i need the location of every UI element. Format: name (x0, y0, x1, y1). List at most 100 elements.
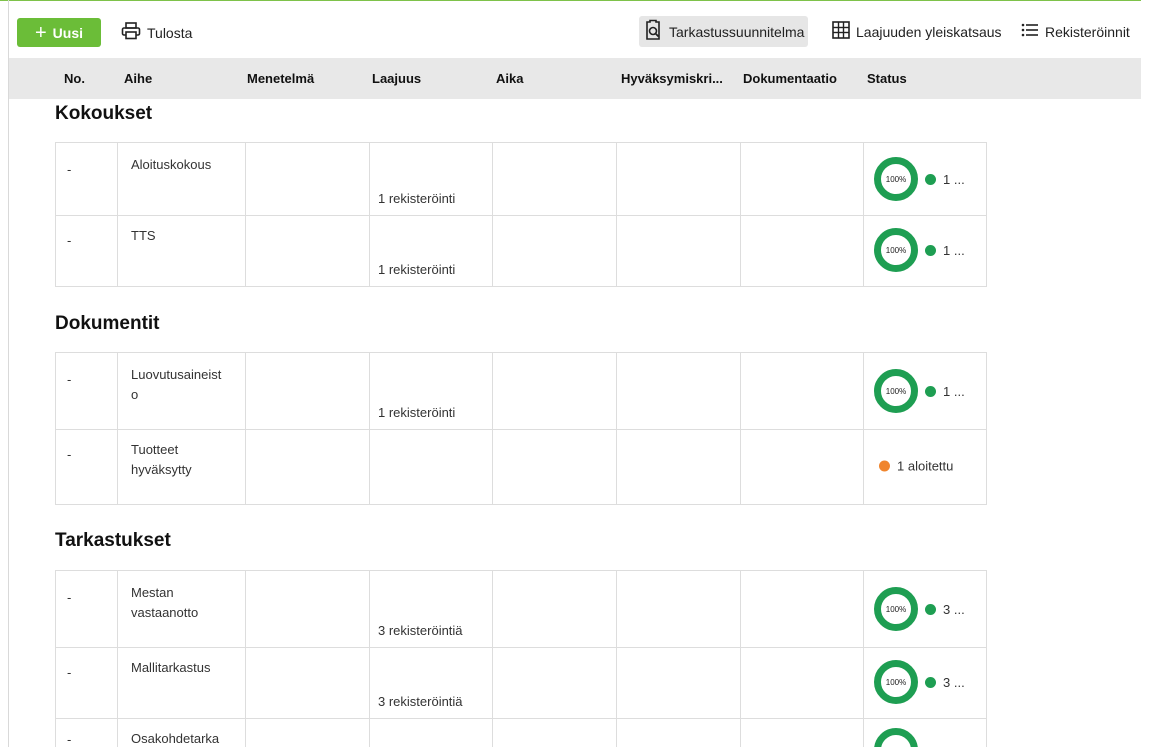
column-header-status[interactable]: Status (867, 58, 907, 99)
view-registrations-button[interactable]: Rekisteröinnit (1021, 16, 1130, 47)
cell-method (245, 143, 369, 215)
column-header-no[interactable]: No. (64, 58, 85, 99)
cell-documentation (740, 571, 863, 647)
cell-no: - (55, 646, 117, 718)
cell-no: - (55, 718, 117, 747)
cell-topic: Aloituskokous (117, 143, 245, 215)
left-border (8, 0, 9, 747)
cell-scope: 1 rekisteröinti (369, 143, 492, 215)
new-button[interactable]: + Uusi (17, 18, 101, 47)
cell-documentation (740, 214, 863, 286)
cell-acceptance (616, 428, 740, 504)
status-dot (925, 676, 936, 688)
status-text: 1 ... (943, 383, 965, 399)
table-row[interactable]: - Luovutusaineist o 1 rekisteröinti 100%… (55, 352, 987, 430)
view-label: Rekisteröinnit (1045, 23, 1130, 40)
status-text: 3 ... (943, 674, 965, 690)
cell-acceptance (616, 353, 740, 429)
cell-method (245, 214, 369, 286)
status-dot (925, 244, 936, 256)
progress-ring: 100% (874, 660, 918, 704)
list-icon (1021, 23, 1039, 40)
cell-scope: 1 rekisteröinti (369, 214, 492, 286)
table-row[interactable]: - TTS 1 rekisteröinti 100% 1 ... (55, 214, 987, 287)
table-row[interactable]: - Osakohdetarka 100% (55, 718, 987, 747)
status-group: 100% (874, 728, 918, 747)
view-scope-overview-button[interactable]: Laajuuden yleiskatsaus (832, 16, 1002, 47)
printer-icon (121, 22, 141, 43)
cell-no: - (55, 571, 117, 647)
table-row[interactable]: - Aloituskokous 1 rekisteröinti 100% 1 .… (55, 142, 987, 216)
cell-time (492, 718, 616, 747)
cell-topic: TTS (117, 214, 245, 286)
cell-status: 100% 3 ... (863, 646, 987, 718)
table-row[interactable]: - Mallitarkastus 3 rekisteröintiä 100% 3… (55, 646, 987, 719)
section-title: Tarkastukset (55, 530, 171, 551)
cell-acceptance (616, 646, 740, 718)
clipboard-search-icon (643, 19, 663, 44)
cell-status: 100% (863, 718, 987, 747)
cell-acceptance (616, 718, 740, 747)
cell-documentation (740, 143, 863, 215)
cell-scope: 1 rekisteröinti (369, 353, 492, 429)
cell-method (245, 353, 369, 429)
print-button[interactable]: Tulosta (121, 18, 192, 47)
view-inspection-plan-button[interactable]: Tarkastussuunnitelma (639, 16, 809, 47)
cell-time (492, 646, 616, 718)
column-header-topic[interactable]: Aihe (124, 58, 152, 99)
cell-status: 100% 1 ... (863, 214, 987, 286)
cell-time (492, 353, 616, 429)
plus-icon: + (34, 21, 47, 44)
cell-status: 100% 3 ... (863, 571, 987, 647)
cell-time (492, 428, 616, 504)
status-text: 1 ... (943, 242, 965, 258)
column-header-scope[interactable]: Laajuus (372, 58, 421, 99)
column-header-time[interactable]: Aika (496, 58, 523, 99)
section-title: Kokoukset (55, 103, 153, 124)
table-row[interactable]: - Mestan vastaanotto 3 rekisteröintiä 10… (55, 570, 987, 648)
cell-status: 1 aloitettu (863, 428, 987, 504)
status-text: 3 ... (943, 601, 965, 617)
status-dot (925, 385, 936, 397)
cell-status: 100% 1 ... (863, 143, 987, 215)
progress-ring: 100% (874, 157, 918, 201)
column-header-documentation[interactable]: Dokumentaatio (743, 58, 837, 99)
cell-topic: Mestan vastaanotto (117, 571, 245, 647)
scope-text: 1 rekisteröinti (378, 405, 456, 420)
new-button-label: Uusi (52, 24, 84, 41)
status-text: 1 aloitettu (897, 458, 954, 474)
column-header-method[interactable]: Menetelmä (247, 58, 314, 99)
cell-method (245, 718, 369, 747)
progress-ring: 100% (874, 587, 918, 631)
cell-scope: 3 rekisteröintiä (369, 646, 492, 718)
cell-topic: Tuotteet hyväksytty (117, 428, 245, 504)
cell-acceptance (616, 571, 740, 647)
cell-documentation (740, 353, 863, 429)
cell-acceptance (616, 143, 740, 215)
status-text: 1 ... (943, 171, 965, 187)
cell-no: - (55, 428, 117, 504)
cell-scope (369, 428, 492, 504)
status-dot (925, 603, 936, 615)
view-label: Laajuuden yleiskatsaus (856, 23, 1002, 40)
status-dot (879, 460, 890, 472)
progress-ring: 100% (874, 728, 918, 747)
table-header: No. Aihe Menetelmä Laajuus Aika Hyväksym… (9, 58, 1141, 99)
table-row[interactable]: - Tuotteet hyväksytty 1 aloitettu (55, 428, 987, 505)
scope-text: 1 rekisteröinti (378, 262, 456, 277)
cell-documentation (740, 646, 863, 718)
cell-documentation (740, 718, 863, 747)
print-button-label: Tulosta (147, 24, 193, 41)
cell-scope: 3 rekisteröintiä (369, 571, 492, 647)
scope-text: 3 rekisteröintiä (378, 623, 463, 638)
cell-method (245, 646, 369, 718)
progress-ring: 100% (874, 228, 918, 272)
cell-method (245, 571, 369, 647)
cell-time (492, 571, 616, 647)
cell-time (492, 214, 616, 286)
column-header-acceptance[interactable]: Hyväksymiskri... (621, 58, 723, 99)
cell-scope (369, 718, 492, 747)
section-title: Dokumentit (55, 313, 160, 334)
grid-icon (832, 21, 850, 42)
cell-topic: Luovutusaineist o (117, 353, 245, 429)
